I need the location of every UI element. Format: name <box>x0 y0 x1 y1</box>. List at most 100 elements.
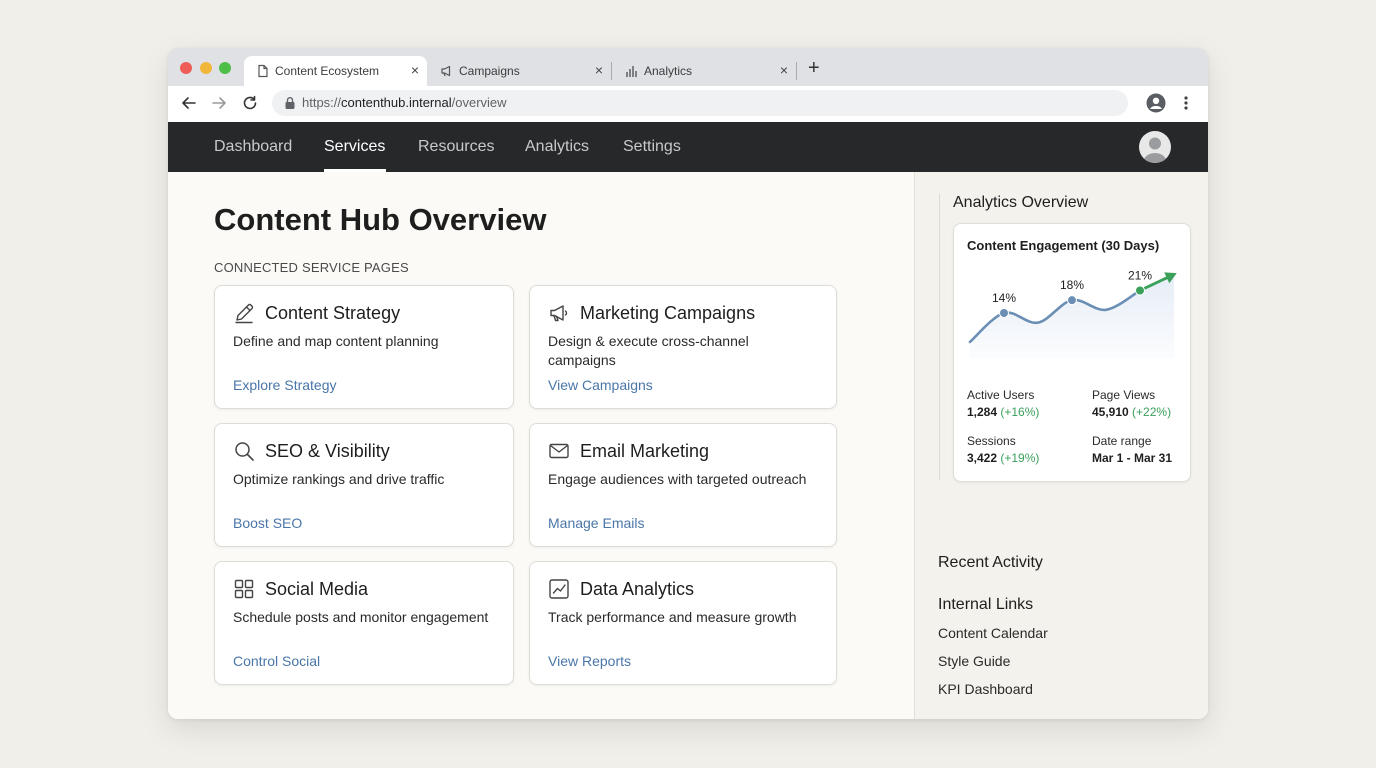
line-chart-icon <box>549 579 569 599</box>
tab-separator <box>611 62 612 80</box>
stat-change: (+22%) <box>1132 405 1172 419</box>
card-description: Design & execute cross-channel campaigns <box>548 333 749 368</box>
tab-label: Content Ecosystem <box>275 64 380 78</box>
service-card-marketing-campaigns[interactable]: Marketing Campaigns Design & execute cro… <box>529 285 837 409</box>
profile-icon[interactable] <box>1146 93 1166 113</box>
search-icon <box>235 442 254 461</box>
card-title: Data Analytics <box>580 579 695 599</box>
chart-data-point <box>1067 295 1077 306</box>
card-link[interactable]: Manage Emails <box>548 515 645 531</box>
tab-separator <box>796 62 797 80</box>
card-description: Track performance and measure growth <box>548 609 797 625</box>
stat-page-views: Page Views 45,910 (+22%) <box>1092 388 1171 419</box>
document-icon <box>258 64 268 78</box>
right-sidebar: Analytics Overview Content Engagement (3… <box>914 172 1208 719</box>
stat-value: 1,284 (+16%) <box>967 405 1039 419</box>
card-link[interactable]: Boost SEO <box>233 515 302 531</box>
service-card-social-media[interactable]: Social Media Schedule posts and monitor … <box>214 561 514 685</box>
internal-link-content-calendar[interactable]: Content Calendar <box>938 625 1048 641</box>
stat-value: 3,422 (+19%) <box>967 451 1039 465</box>
service-card-seo-visibility[interactable]: SEO & Visibility Optimize rankings and d… <box>214 423 514 547</box>
url-scheme: https:// <box>302 95 342 110</box>
nav-services[interactable]: Services <box>324 138 385 156</box>
nav-settings[interactable]: Settings <box>623 138 681 156</box>
mail-icon <box>549 443 569 459</box>
maximize-window-button[interactable] <box>219 62 231 74</box>
stat-value: Mar 1 - Mar 31 <box>1092 451 1172 465</box>
back-arrow-icon[interactable] <box>180 94 198 112</box>
address-bar[interactable]: https://contenthub.internal/overview <box>272 90 1128 116</box>
url-path: /overview <box>451 95 507 110</box>
lock-icon <box>285 97 295 109</box>
stat-value: 45,910 (+22%) <box>1092 405 1171 419</box>
url-host: contenthub.internal <box>341 95 452 110</box>
card-title: Email Marketing <box>580 441 710 461</box>
service-card-content-strategy[interactable]: Content Strategy Define and map content … <box>214 285 514 409</box>
card-title: Social Media <box>265 579 369 599</box>
card-description: Engage audiences with targeted outreach <box>548 471 807 487</box>
engagement-chart-card: Content Engagement (30 Days) 14% 18% 21% A… <box>953 223 1191 482</box>
card-link[interactable]: View Campaigns <box>548 377 653 393</box>
stat-change: (+19%) <box>1000 451 1040 465</box>
service-card-email-marketing[interactable]: Email Marketing Engage audiences with ta… <box>529 423 837 547</box>
card-description: Optimize rankings and drive traffic <box>233 471 445 487</box>
user-avatar[interactable] <box>1139 131 1171 163</box>
tab-label: Analytics <box>644 64 693 78</box>
pencil-icon <box>235 303 254 324</box>
card-link[interactable]: View Reports <box>548 653 631 669</box>
nav-dashboard[interactable]: Dashboard <box>214 138 292 156</box>
stat-sessions: Sessions 3,422 (+19%) <box>967 434 1039 465</box>
nav-resources[interactable]: Resources <box>418 138 494 156</box>
close-window-button[interactable] <box>180 62 192 74</box>
megaphone-icon <box>441 65 451 77</box>
minimize-window-button[interactable] <box>200 62 212 74</box>
url-text: https://contenthub.internal/overview <box>302 95 507 110</box>
recent-activity-title: Recent Activity <box>938 554 1043 571</box>
page-title: Content Hub Overview <box>214 202 547 237</box>
tab-close-button[interactable]: × <box>780 62 788 78</box>
internal-link-style-guide[interactable]: Style Guide <box>938 653 1010 669</box>
stat-label: Date range <box>1092 434 1152 448</box>
tab-close-button[interactable]: × <box>411 62 419 78</box>
forward-arrow-icon[interactable] <box>210 94 228 112</box>
service-card-data-analytics[interactable]: Data Analytics Track performance and mea… <box>529 561 837 685</box>
card-title: Content Strategy <box>265 303 401 323</box>
card-title: Marketing Campaigns <box>580 303 756 323</box>
internal-link-kpi-dashboard[interactable]: KPI Dashboard <box>938 681 1033 697</box>
tab-campaigns[interactable]: Campaigns × <box>428 56 611 86</box>
grid-icon <box>234 579 254 599</box>
megaphone-icon <box>550 305 568 322</box>
sidebar-accent-bar <box>939 194 940 480</box>
analytics-overview-title: Analytics Overview <box>953 194 1089 211</box>
tab-close-button[interactable]: × <box>595 62 603 78</box>
card-title: SEO & Visibility <box>265 441 390 461</box>
chart-data-label: 18% <box>1060 278 1084 292</box>
tab-label: Campaigns <box>459 64 520 78</box>
nav-analytics[interactable]: Analytics <box>525 138 589 156</box>
stat-label: Page Views <box>1092 388 1156 402</box>
card-link[interactable]: Control Social <box>233 653 320 669</box>
tab-content-ecosystem[interactable]: Content Ecosystem × <box>244 56 427 86</box>
card-description: Schedule posts and monitor engagement <box>233 609 489 625</box>
stat-label: Sessions <box>967 434 1016 448</box>
address-bar-row: https://contenthub.internal/overview <box>168 86 1208 122</box>
stat-number: 1,284 <box>967 405 998 419</box>
stat-label: Active Users <box>967 388 1035 402</box>
card-link[interactable]: Explore Strategy <box>233 377 337 393</box>
new-tab-button[interactable]: + <box>808 58 820 78</box>
stat-number: 45,910 <box>1092 405 1129 419</box>
chart-data-point <box>999 308 1009 318</box>
more-menu-icon[interactable] <box>1180 92 1192 114</box>
reload-icon[interactable] <box>241 94 259 112</box>
stat-change: (+16%) <box>1000 405 1040 419</box>
chart-title: Content Engagement (30 Days) <box>967 238 1160 253</box>
stat-number: 3,422 <box>967 451 998 465</box>
tab-analytics[interactable]: Analytics × <box>613 56 796 86</box>
tab-strip: Content Ecosystem × Campaigns × Analytic… <box>168 48 1208 86</box>
chart-data-point <box>1135 285 1145 296</box>
chart-data-label: 21% <box>1128 269 1152 283</box>
engagement-line-chart: 14% 18% 21% <box>968 269 1177 358</box>
chart-data-label: 14% <box>992 291 1016 305</box>
card-description: Define and map content planning <box>233 333 439 349</box>
user-avatar-icon <box>1143 137 1167 163</box>
